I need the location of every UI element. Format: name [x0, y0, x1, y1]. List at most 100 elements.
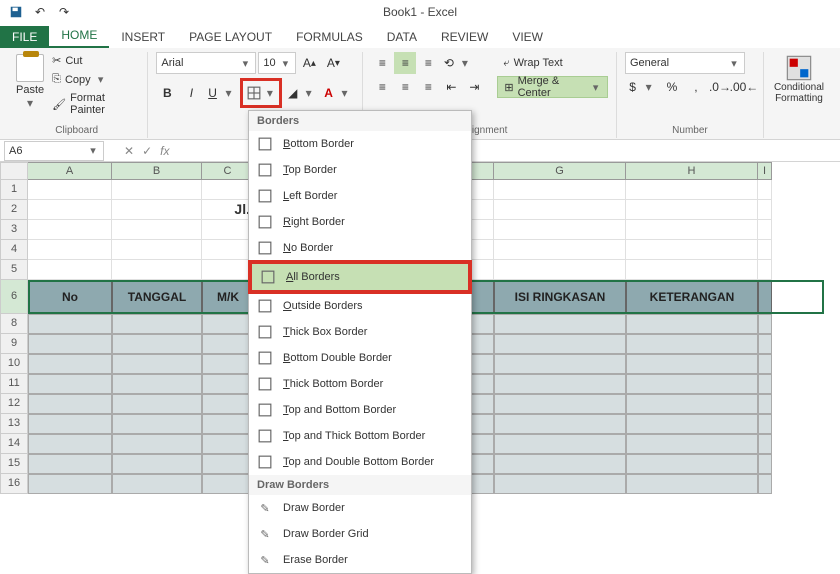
cell[interactable] — [758, 260, 772, 280]
cell[interactable] — [112, 474, 202, 494]
cell[interactable] — [758, 240, 772, 260]
cell[interactable] — [112, 334, 202, 354]
cell[interactable] — [112, 260, 202, 280]
cell[interactable] — [758, 180, 772, 200]
decrease-decimal-icon[interactable]: .00← — [733, 76, 755, 98]
cell[interactable] — [112, 374, 202, 394]
border-option[interactable]: Top and Thick Bottom Border — [249, 423, 471, 449]
cell[interactable] — [28, 180, 112, 200]
cell[interactable] — [202, 180, 254, 200]
cell[interactable] — [626, 394, 758, 414]
currency-button[interactable]: $▾ — [625, 76, 659, 98]
cell[interactable] — [202, 314, 254, 334]
cell[interactable] — [28, 434, 112, 454]
tab-file[interactable]: FILE — [0, 26, 49, 48]
conditional-formatting-button[interactable]: Conditional Formatting — [772, 52, 826, 106]
row-header-2[interactable]: 2 — [0, 200, 28, 220]
cell[interactable] — [494, 220, 626, 240]
increase-decimal-icon[interactable]: .0→ — [709, 76, 731, 98]
format-painter-button[interactable]: 🖌Format Painter — [50, 90, 139, 118]
align-right-icon[interactable]: ≡ — [417, 76, 439, 98]
border-option[interactable]: Thick Box Border — [249, 319, 471, 345]
cell[interactable] — [626, 454, 758, 474]
cell[interactable] — [28, 454, 112, 474]
draw-border-option[interactable]: ✎Draw Border — [249, 495, 471, 521]
cell[interactable] — [626, 200, 758, 220]
border-option[interactable]: Bottom Border — [249, 131, 471, 157]
cell[interactable] — [494, 260, 626, 280]
cell[interactable] — [28, 334, 112, 354]
cell[interactable] — [112, 314, 202, 334]
cell[interactable]: ISI RINGKASAN — [494, 280, 626, 314]
border-option[interactable]: Top and Double Bottom Border — [249, 449, 471, 475]
cell[interactable] — [626, 334, 758, 354]
cell[interactable] — [626, 240, 758, 260]
row-header-5[interactable]: 5 — [0, 260, 28, 280]
tab-view[interactable]: VIEW — [500, 26, 555, 48]
border-option[interactable]: Right Border — [249, 209, 471, 235]
tab-page-layout[interactable]: PAGE LAYOUT — [177, 26, 284, 48]
cell[interactable] — [112, 200, 202, 220]
cell[interactable]: KETERANGAN — [626, 280, 758, 314]
row-header-13[interactable]: 13 — [0, 414, 28, 434]
cell[interactable] — [494, 474, 626, 494]
copy-button[interactable]: ⎘Copy▾ — [50, 71, 139, 88]
cell[interactable] — [112, 414, 202, 434]
cell[interactable] — [494, 200, 626, 220]
increase-indent-icon[interactable]: ⇥ — [463, 76, 485, 98]
border-option-all-borders[interactable]: All Borders — [252, 264, 468, 290]
wrap-text-button[interactable]: ⤶Wrap Text — [497, 52, 608, 74]
cell[interactable] — [28, 260, 112, 280]
cell[interactable] — [494, 180, 626, 200]
cell[interactable] — [28, 200, 112, 220]
border-option[interactable]: Outside Borders — [249, 293, 471, 319]
cell[interactable] — [626, 374, 758, 394]
align-left-icon[interactable]: ≡ — [371, 76, 393, 98]
row-header-1[interactable]: 1 — [0, 180, 28, 200]
cell[interactable] — [202, 354, 254, 374]
cell[interactable] — [758, 474, 772, 494]
cell[interactable] — [758, 314, 772, 334]
draw-border-option[interactable]: ✎Erase Border — [249, 547, 471, 573]
cell[interactable] — [494, 354, 626, 374]
cell[interactable] — [202, 240, 254, 260]
comma-button[interactable]: , — [685, 76, 707, 98]
cell[interactable] — [626, 434, 758, 454]
row-header-10[interactable]: 10 — [0, 354, 28, 374]
row-header-8[interactable]: 8 — [0, 314, 28, 334]
align-center-icon[interactable]: ≡ — [394, 76, 416, 98]
increase-font-icon[interactable]: A▴ — [298, 52, 320, 74]
cell[interactable] — [626, 414, 758, 434]
fx-icon[interactable]: fx — [160, 144, 169, 158]
cell[interactable] — [758, 220, 772, 240]
cell[interactable] — [758, 280, 772, 314]
cell[interactable] — [28, 354, 112, 374]
col-header-H[interactable]: H — [626, 162, 758, 180]
cell[interactable] — [626, 260, 758, 280]
row-header-15[interactable]: 15 — [0, 454, 28, 474]
cell[interactable] — [112, 434, 202, 454]
cell[interactable] — [494, 434, 626, 454]
border-option[interactable]: Left Border — [249, 183, 471, 209]
cell[interactable] — [626, 354, 758, 374]
cancel-icon[interactable]: ✕ — [124, 144, 134, 158]
cell[interactable] — [626, 220, 758, 240]
cell[interactable] — [758, 374, 772, 394]
cell[interactable] — [202, 414, 254, 434]
align-middle-icon[interactable]: ≡ — [394, 52, 416, 74]
percent-button[interactable]: % — [661, 76, 683, 98]
border-option[interactable]: No Border — [249, 235, 471, 261]
bold-button[interactable]: B — [156, 82, 178, 104]
cell[interactable] — [626, 314, 758, 334]
align-bottom-icon[interactable]: ≡ — [417, 52, 439, 74]
cell[interactable] — [758, 394, 772, 414]
border-option[interactable]: Top Border — [249, 157, 471, 183]
cell[interactable] — [494, 334, 626, 354]
font-color-button[interactable]: A▾ — [320, 82, 354, 104]
col-header-I[interactable]: I — [758, 162, 772, 180]
cell[interactable] — [28, 240, 112, 260]
tab-home[interactable]: HOME — [49, 24, 109, 48]
row-header-11[interactable]: 11 — [0, 374, 28, 394]
row-header-4[interactable]: 4 — [0, 240, 28, 260]
cell[interactable] — [626, 180, 758, 200]
